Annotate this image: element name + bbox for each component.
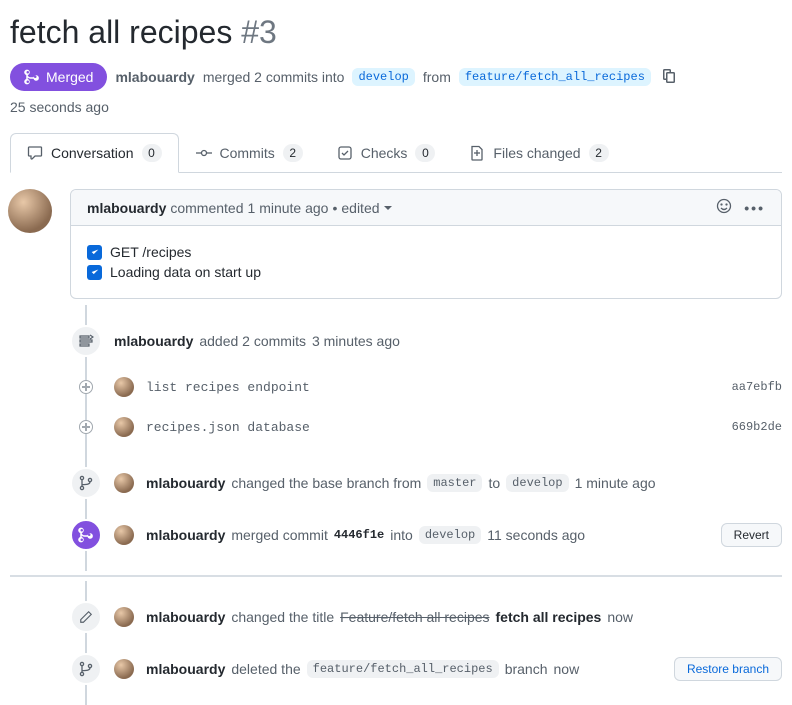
merge-text-2: from <box>423 69 451 85</box>
tab-commits-label: Commits <box>220 145 275 161</box>
tabs: Conversation 0 Commits 2 Checks 0 Files … <box>10 133 782 173</box>
event-time[interactable]: 1 minute ago <box>575 475 656 491</box>
checkbox-checked-icon[interactable] <box>87 245 102 260</box>
commit-row: list recipes endpoint aa7ebfb <box>70 367 782 407</box>
task-text: GET /recipes <box>110 244 191 260</box>
branch-icon <box>70 653 102 685</box>
head-branch-chip[interactable]: feature/fetch_all_recipes <box>459 68 651 86</box>
event-merge: mlabouardy merged commit 4446f1e into de… <box>70 509 782 561</box>
comment-author[interactable]: mlabouardy <box>87 200 166 216</box>
avatar[interactable] <box>114 417 134 437</box>
pr-age: 25 seconds ago <box>10 99 109 115</box>
pr-title: fetch all recipes #3 <box>10 14 782 51</box>
tab-checks-label: Checks <box>361 145 408 161</box>
checkbox-checked-icon[interactable] <box>87 265 102 280</box>
comment-edited[interactable]: edited <box>341 200 379 216</box>
event-author[interactable]: mlabouardy <box>146 527 225 543</box>
branch-icon <box>70 467 102 499</box>
commit-dot-icon <box>79 420 93 434</box>
comment-bullet: • <box>332 200 337 216</box>
comment-time[interactable]: 1 minute ago <box>248 200 329 216</box>
event-text: deleted the <box>231 661 300 677</box>
old-title: Feature/fetch all recipes <box>340 609 489 625</box>
comment-verb: commented <box>170 200 243 216</box>
event-base-change: mlabouardy changed the base branch from … <box>70 457 782 509</box>
commit-sha[interactable]: 669b2de <box>732 420 782 434</box>
revert-button[interactable]: Revert <box>721 523 782 547</box>
timeline: mlabouardy commented 1 minute ago • edit… <box>10 189 782 695</box>
merge-icon <box>70 519 102 551</box>
divider <box>10 575 782 577</box>
commit-message[interactable]: list recipes endpoint <box>146 380 310 395</box>
comment-box: mlabouardy commented 1 minute ago • edit… <box>70 189 782 299</box>
emoji-icon[interactable] <box>716 198 732 217</box>
event-author[interactable]: mlabouardy <box>146 609 225 625</box>
task-text: Loading data on start up <box>110 264 261 280</box>
comment-body: GET /recipes Loading data on start up <box>71 226 781 298</box>
event-added-commits: mlabouardy added 2 commits 3 minutes ago <box>70 315 782 367</box>
tab-checks-count: 0 <box>415 144 435 162</box>
event-text: changed the title <box>231 609 334 625</box>
merge-text-1: merged 2 commits into <box>203 69 345 85</box>
avatar[interactable] <box>114 377 134 397</box>
kebab-icon[interactable]: ••• <box>744 200 765 216</box>
avatar[interactable] <box>8 189 52 233</box>
tab-files[interactable]: Files changed 2 <box>452 133 625 173</box>
event-text: changed the base branch from <box>231 475 421 491</box>
pr-title-text: fetch all recipes <box>10 14 232 50</box>
tab-files-count: 2 <box>589 144 609 162</box>
branch-chip-to: develop <box>506 474 568 492</box>
push-icon <box>70 325 102 357</box>
pr-author[interactable]: mlabouardy <box>115 69 194 85</box>
merge-commit-sha[interactable]: 4446f1e <box>334 528 384 542</box>
new-title: fetch all recipes <box>496 609 602 625</box>
avatar[interactable] <box>114 607 134 627</box>
tab-conversation[interactable]: Conversation 0 <box>10 133 179 173</box>
deleted-branch-chip: feature/fetch_all_recipes <box>307 660 499 678</box>
commit-dot-icon <box>79 380 93 394</box>
task-item: Loading data on start up <box>87 264 765 280</box>
avatar[interactable] <box>114 525 134 545</box>
restore-branch-button[interactable]: Restore branch <box>674 657 782 681</box>
event-author[interactable]: mlabouardy <box>146 475 225 491</box>
commit-sha[interactable]: aa7ebfb <box>732 380 782 394</box>
state-badge: Merged <box>10 63 107 91</box>
event-text: to <box>488 475 500 491</box>
avatar[interactable] <box>114 473 134 493</box>
tab-files-label: Files changed <box>493 145 580 161</box>
event-author[interactable]: mlabouardy <box>114 333 193 349</box>
branch-chip-from: master <box>427 474 482 492</box>
pr-meta-row: Merged mlabouardy merged 2 commits into … <box>10 63 782 115</box>
tab-conversation-label: Conversation <box>51 145 134 161</box>
event-rename: mlabouardy changed the title Feature/fet… <box>70 591 782 643</box>
event-time[interactable]: now <box>607 609 633 625</box>
event-delete-branch: mlabouardy deleted the feature/fetch_all… <box>70 643 782 695</box>
event-text: merged commit <box>231 527 327 543</box>
merge-branch-chip: develop <box>419 526 481 544</box>
event-text: into <box>390 527 413 543</box>
commit-message[interactable]: recipes.json database <box>146 420 310 435</box>
tab-checks[interactable]: Checks 0 <box>320 133 453 173</box>
pr-number: #3 <box>241 14 277 50</box>
event-author[interactable]: mlabouardy <box>146 661 225 677</box>
pencil-icon <box>70 601 102 633</box>
copy-branch-icon[interactable] <box>661 68 677 87</box>
event-text: branch <box>505 661 548 677</box>
comment-header: mlabouardy commented 1 minute ago • edit… <box>71 190 781 226</box>
event-time[interactable]: 3 minutes ago <box>312 333 400 349</box>
event-time[interactable]: now <box>554 661 580 677</box>
base-branch-chip[interactable]: develop <box>352 68 414 86</box>
event-time[interactable]: 11 seconds ago <box>487 527 585 543</box>
avatar[interactable] <box>114 659 134 679</box>
chevron-down-icon[interactable] <box>384 206 392 210</box>
commit-row: recipes.json database 669b2de <box>70 407 782 447</box>
task-item: GET /recipes <box>87 244 765 260</box>
tab-commits-count: 2 <box>283 144 303 162</box>
event-text: added 2 commits <box>199 333 306 349</box>
state-badge-label: Merged <box>46 69 93 85</box>
tab-commits[interactable]: Commits 2 <box>179 133 320 173</box>
comment-block: mlabouardy commented 1 minute ago • edit… <box>8 189 782 299</box>
tab-conversation-count: 0 <box>142 144 162 162</box>
merge-icon <box>24 69 40 85</box>
